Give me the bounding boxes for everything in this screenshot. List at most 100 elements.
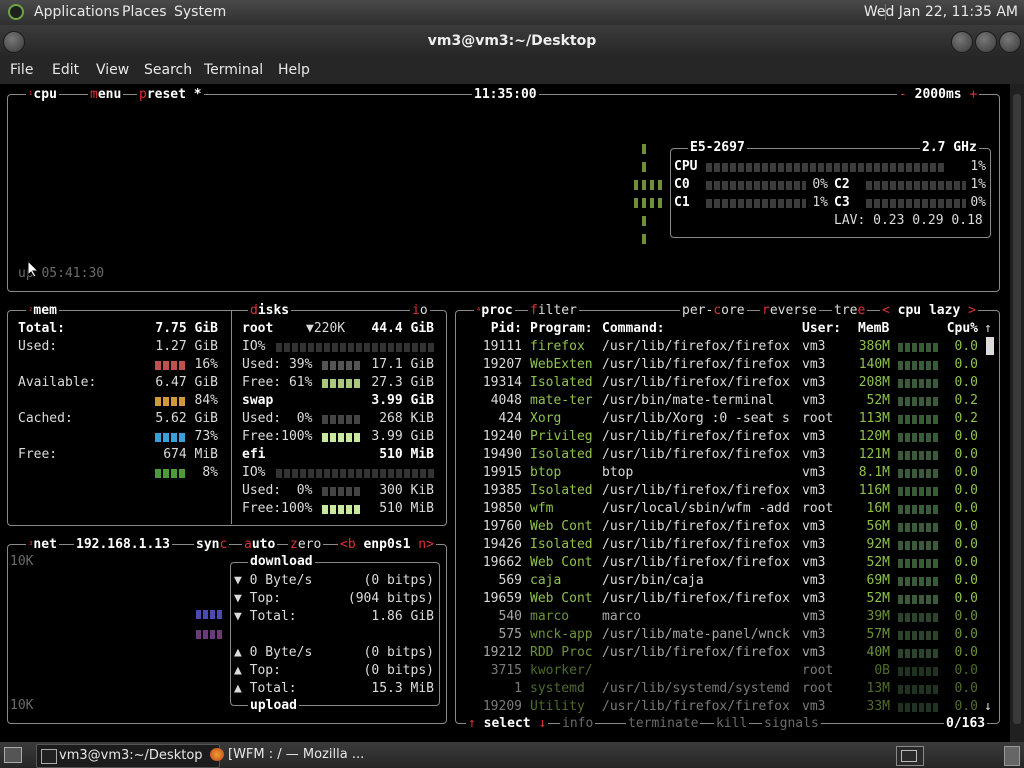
proc-mem-bar: [898, 649, 938, 658]
menu-terminal[interactable]: Terminal: [204, 62, 263, 78]
load-average: LAV: 0.23 0.29 0.18: [834, 213, 983, 228]
net-up-top: ▲ Top:: [234, 663, 281, 678]
close-button[interactable]: [999, 31, 1021, 53]
proc-per-core-toggle[interactable]: per-core: [680, 303, 747, 319]
proc-user: vm3: [802, 357, 826, 372]
net-zero-toggle[interactable]: zero: [288, 537, 324, 553]
proc-user: root: [802, 501, 834, 516]
proc-cpu: 0.0: [954, 429, 978, 444]
proc-scroll-thumb[interactable]: [986, 337, 994, 355]
mem-used-label: Used:: [18, 339, 58, 354]
minimize-button[interactable]: [951, 31, 973, 53]
proc-user: vm3: [802, 519, 826, 534]
proc-mem: 52M: [866, 393, 890, 408]
proc-mem-bar: [898, 505, 938, 514]
proc-header-mem[interactable]: MemB: [858, 320, 889, 338]
proc-reverse-toggle[interactable]: reverse: [760, 303, 819, 319]
proc-tab[interactable]: ⁴proc: [474, 303, 515, 320]
menu-help[interactable]: Help: [278, 62, 310, 78]
mem-free-meter: [155, 469, 187, 478]
proc-kill-button[interactable]: kill: [714, 716, 750, 732]
mate-logo-icon[interactable]: [8, 4, 24, 20]
net-up-rate: ▲ 0 Byte/s: [234, 645, 313, 660]
disk-efi-io-bar: [276, 469, 434, 478]
net-auto-toggle[interactable]: auto: [242, 537, 278, 553]
window-titlebar[interactable]: vm3@vm3:~/Desktop: [0, 25, 1024, 57]
proc-tree-toggle[interactable]: tree: [832, 303, 868, 319]
mem-total-label: Total:: [18, 321, 65, 336]
proc-header-pid[interactable]: Pid:: [462, 320, 522, 338]
proc-signals-button[interactable]: signals: [762, 716, 821, 732]
net-down-top: ▼ Top:: [234, 591, 281, 606]
disk-efi-free-label: Free:100%: [242, 501, 313, 516]
applications-menu[interactable]: Applications: [34, 4, 120, 20]
terminal-icon: [41, 749, 57, 764]
menu-edit[interactable]: Edit: [52, 62, 79, 78]
mem-cached-label: Cached:: [18, 411, 73, 426]
top-panel: Applications Places System Wed Jan 22, 1…: [0, 0, 1024, 25]
proc-count: 0/163: [944, 716, 988, 732]
proc-user: root: [802, 411, 834, 426]
proc-header-command[interactable]: Command:: [602, 320, 665, 338]
places-menu[interactable]: Places: [122, 4, 167, 20]
proc-mem: 13M: [866, 681, 890, 696]
proc-pid: 575: [498, 627, 522, 642]
proc-scroll-up-icon[interactable]: ↑: [984, 320, 992, 338]
proc-filter-button[interactable]: filter: [528, 303, 579, 319]
terminal-area[interactable]: ¹cpu menu preset * 11:35:00 - 2000ms + u…: [0, 84, 1010, 742]
cpu-preset-tab[interactable]: preset *: [137, 87, 204, 103]
proc-info-button[interactable]: info: [560, 716, 596, 732]
proc-command: /usr/lib/firefox/firefox: [602, 591, 790, 606]
proc-pid: 19314: [482, 375, 522, 390]
show-desktop-icon[interactable]: [4, 747, 22, 763]
disk-root-io: ▼220K: [306, 321, 346, 336]
panel-clock[interactable]: Wed Jan 22, 11:35 AM: [864, 4, 1018, 20]
cpu-tab[interactable]: ¹cpu: [26, 87, 59, 104]
net-down-rate: ▼ 0 Byte/s: [234, 573, 313, 588]
taskbar-firefox-label: [WFM : / — Mozilla ...: [228, 747, 365, 762]
workspace-switcher[interactable]: [896, 746, 924, 766]
net-download-graph: [196, 610, 224, 619]
proc-terminate-button[interactable]: terminate: [626, 716, 701, 732]
bottom-panel: vm3@vm3:~/Desktop [WFM : / — Mozilla ...: [0, 742, 1024, 768]
net-sync-toggle[interactable]: sync: [194, 537, 230, 553]
proc-sort-selector[interactable]: < cpu lazy >: [880, 303, 978, 319]
taskbar-terminal[interactable]: vm3@vm3:~/Desktop: [36, 744, 220, 768]
disk-root-io-label: IO%: [242, 339, 266, 354]
disk-efi-name: efi: [242, 447, 266, 462]
net-tab[interactable]: ³net: [26, 537, 59, 554]
proc-cpu: 0.0: [954, 447, 978, 462]
io-tab[interactable]: io: [410, 303, 430, 319]
proc-header-program[interactable]: Program:: [530, 320, 593, 338]
cpu-clock: 11:35:00: [472, 87, 539, 103]
proc-scroll-down-icon[interactable]: ↓: [984, 698, 992, 716]
proc-program: wnck-app: [530, 627, 593, 642]
trash-icon[interactable]: [1004, 746, 1020, 766]
proc-program: mate-ter: [530, 393, 593, 408]
proc-select-control[interactable]: ↑ select ↓: [466, 716, 549, 732]
system-menu[interactable]: System: [174, 4, 226, 20]
proc-mem: 16M: [866, 501, 890, 516]
proc-user: vm3: [802, 447, 826, 462]
net-scale-bottom: 10K: [10, 698, 34, 713]
maximize-button[interactable]: [975, 31, 997, 53]
menu-file[interactable]: File: [10, 62, 33, 78]
net-interface-selector[interactable]: <b enp0s1 n>: [338, 537, 436, 553]
core-c0-pct: 0%: [812, 177, 828, 192]
cpu-interval[interactable]: - 2000ms +: [897, 87, 980, 103]
menu-search[interactable]: Search: [144, 62, 192, 78]
proc-mem: 140M: [858, 357, 890, 372]
proc-command: /usr/lib/firefox/firefox: [602, 645, 790, 660]
proc-header-user[interactable]: User:: [802, 320, 841, 338]
disks-tab[interactable]: disks: [248, 303, 292, 319]
terminal-scrollbar[interactable]: [1010, 84, 1024, 742]
net-ip: 192.168.1.13: [74, 537, 172, 553]
taskbar-firefox[interactable]: [WFM : / — Mozilla ...: [206, 744, 388, 766]
mem-tab[interactable]: ²mem: [26, 303, 59, 320]
cpu-menu-tab[interactable]: menu: [88, 87, 124, 103]
terminal-scrollbar-thumb[interactable]: [1013, 94, 1021, 724]
cpu-frequency: 2.7 GHz: [920, 140, 979, 156]
proc-cpu: 0.0: [954, 591, 978, 606]
menu-view[interactable]: View: [96, 62, 129, 78]
proc-header-cpu[interactable]: Cpu%: [936, 320, 978, 338]
